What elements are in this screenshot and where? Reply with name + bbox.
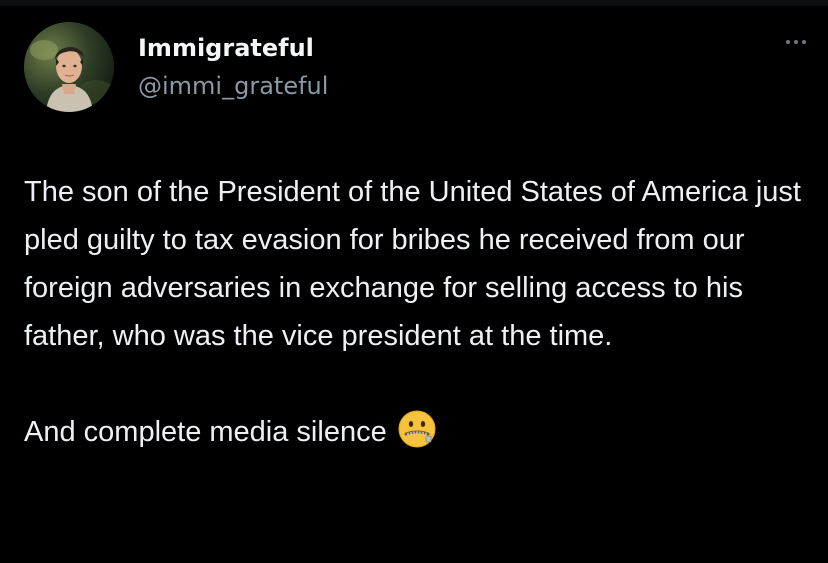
top-divider [0, 0, 828, 6]
ellipsis-icon-dot [802, 40, 806, 44]
author-avatar[interactable] [24, 22, 114, 112]
tweet-header: Immigrateful @immi_grateful [24, 22, 814, 114]
tweet-paragraph: And complete media silence [24, 408, 804, 456]
tweet-paragraph: The son of the President of the United S… [24, 176, 801, 352]
author-handle[interactable]: @immi_grateful [138, 71, 328, 101]
tweet-body: The son of the President of the United S… [24, 168, 804, 456]
ellipsis-icon-dot [794, 40, 798, 44]
tweet-paragraph-text: And complete media silence [24, 416, 387, 448]
ellipsis-icon [786, 40, 790, 44]
more-options-button[interactable] [778, 32, 814, 52]
author-display-name[interactable]: Immigrateful [138, 33, 314, 63]
zipper-mouth-face-icon [397, 409, 437, 449]
avatar-photo-icon [24, 22, 114, 112]
tweet-screen: Immigrateful @immi_grateful The son of t… [0, 0, 828, 563]
